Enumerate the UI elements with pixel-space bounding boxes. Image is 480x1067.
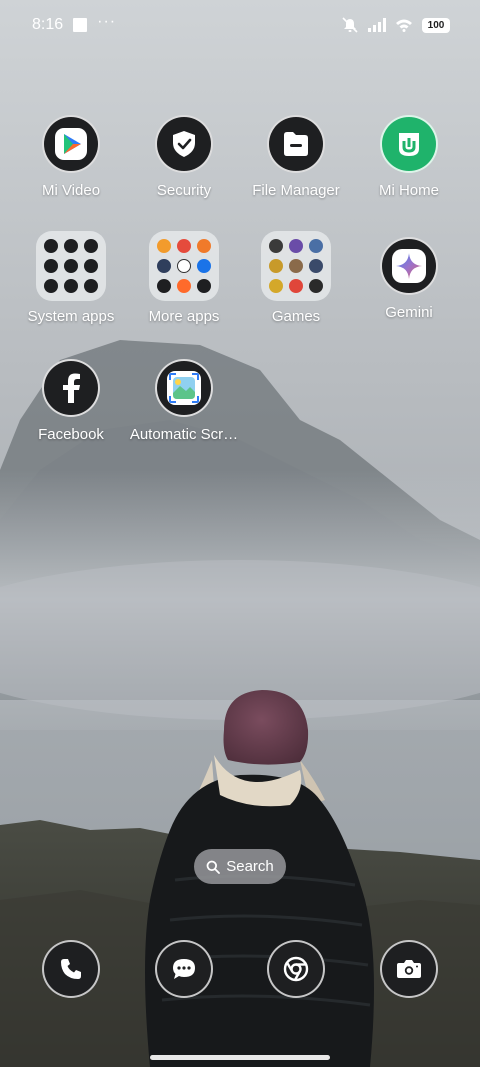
battery-indicator: 100 <box>422 17 450 33</box>
home-gesture-bar[interactable] <box>150 1055 330 1060</box>
app-security[interactable]: Security <box>124 115 244 199</box>
app-label: Games <box>271 308 321 325</box>
app-mini-icon <box>177 279 191 293</box>
facebook-icon <box>42 359 100 417</box>
app-label: Mi Home <box>378 182 439 199</box>
dock-chrome-button[interactable] <box>267 940 325 998</box>
app-mi-home[interactable]: Mi Home <box>349 115 469 199</box>
app-label: Automatic Scr… <box>129 426 239 443</box>
settings-mini-icon <box>44 259 58 273</box>
app-gemini[interactable]: Gemini <box>349 237 469 321</box>
notification-square-icon <box>73 18 88 32</box>
app-mini-icon <box>197 279 211 293</box>
tools-mini-icon <box>84 259 98 273</box>
status-time: 8:16 <box>32 16 64 33</box>
search-button[interactable]: Search <box>194 849 286 884</box>
camera-icon <box>397 960 421 978</box>
app-label: Security <box>156 182 212 199</box>
wifi-icon <box>396 19 412 32</box>
bell-muted-icon <box>342 17 358 33</box>
app-label: Mi Video <box>41 182 101 199</box>
signal-icon <box>368 18 386 32</box>
phone-icon <box>61 959 81 979</box>
app-label: System apps <box>27 308 115 325</box>
folder-games[interactable]: Games <box>236 231 356 325</box>
dock-messages-button[interactable] <box>155 940 213 998</box>
dock-camera-button[interactable] <box>380 940 438 998</box>
screenshot-app-icon <box>155 359 213 417</box>
mi-video-icon <box>42 115 100 173</box>
chrome-icon <box>283 956 309 982</box>
folder-icon <box>36 231 106 301</box>
folder-icon <box>261 231 331 301</box>
app-label: Gemini <box>385 304 433 321</box>
app-mini-icon <box>157 239 171 253</box>
app-mi-video[interactable]: Mi Video <box>11 115 131 199</box>
mi-home-icon <box>380 115 438 173</box>
file-manager-icon <box>267 115 325 173</box>
status-bar: 8:16 ··· 100 <box>0 0 480 50</box>
calculator-mini-icon <box>64 259 78 273</box>
search-label: Search <box>226 858 274 875</box>
game-mini-icon <box>269 259 283 273</box>
navigation-mini-icon <box>64 239 78 253</box>
recorder-mini-icon <box>84 279 98 293</box>
app-facebook[interactable]: Facebook <box>11 359 131 443</box>
app-mini-icon <box>157 259 171 273</box>
folder-system-apps[interactable]: System apps <box>11 231 131 325</box>
game-mini-icon <box>309 259 323 273</box>
app-mini-icon <box>157 279 171 293</box>
game-mini-icon <box>289 239 303 253</box>
security-shield-icon <box>155 115 213 173</box>
app-file-manager[interactable]: File Manager <box>236 115 356 199</box>
folder-icon <box>149 231 219 301</box>
app-mini-icon <box>177 239 191 253</box>
app-automatic-screenshot[interactable]: Automatic Scr… <box>124 359 244 443</box>
app-mini-icon <box>177 259 191 273</box>
gemini-icon <box>380 237 438 295</box>
dock-phone-button[interactable] <box>42 940 100 998</box>
game-mini-icon <box>289 259 303 273</box>
game-mini-icon <box>289 279 303 293</box>
contacts-mini-icon <box>44 239 58 253</box>
app-mini-icon <box>197 259 211 273</box>
clock-mini-icon <box>44 279 58 293</box>
compass-mini-icon <box>64 279 78 293</box>
game-mini-icon <box>309 239 323 253</box>
messages-icon <box>173 959 195 979</box>
game-mini-icon <box>269 239 283 253</box>
app-label: File Manager <box>252 182 340 199</box>
app-label: More apps <box>148 308 220 325</box>
app-label: Facebook <box>38 426 104 443</box>
search-icon <box>206 860 221 874</box>
game-mini-icon <box>269 279 283 293</box>
folder-more-apps[interactable]: More apps <box>124 231 244 325</box>
app-mini-icon <box>197 239 211 253</box>
game-mini-icon <box>309 279 323 293</box>
notes-mini-icon <box>84 239 98 253</box>
more-notifications-icon: ··· <box>97 13 117 30</box>
